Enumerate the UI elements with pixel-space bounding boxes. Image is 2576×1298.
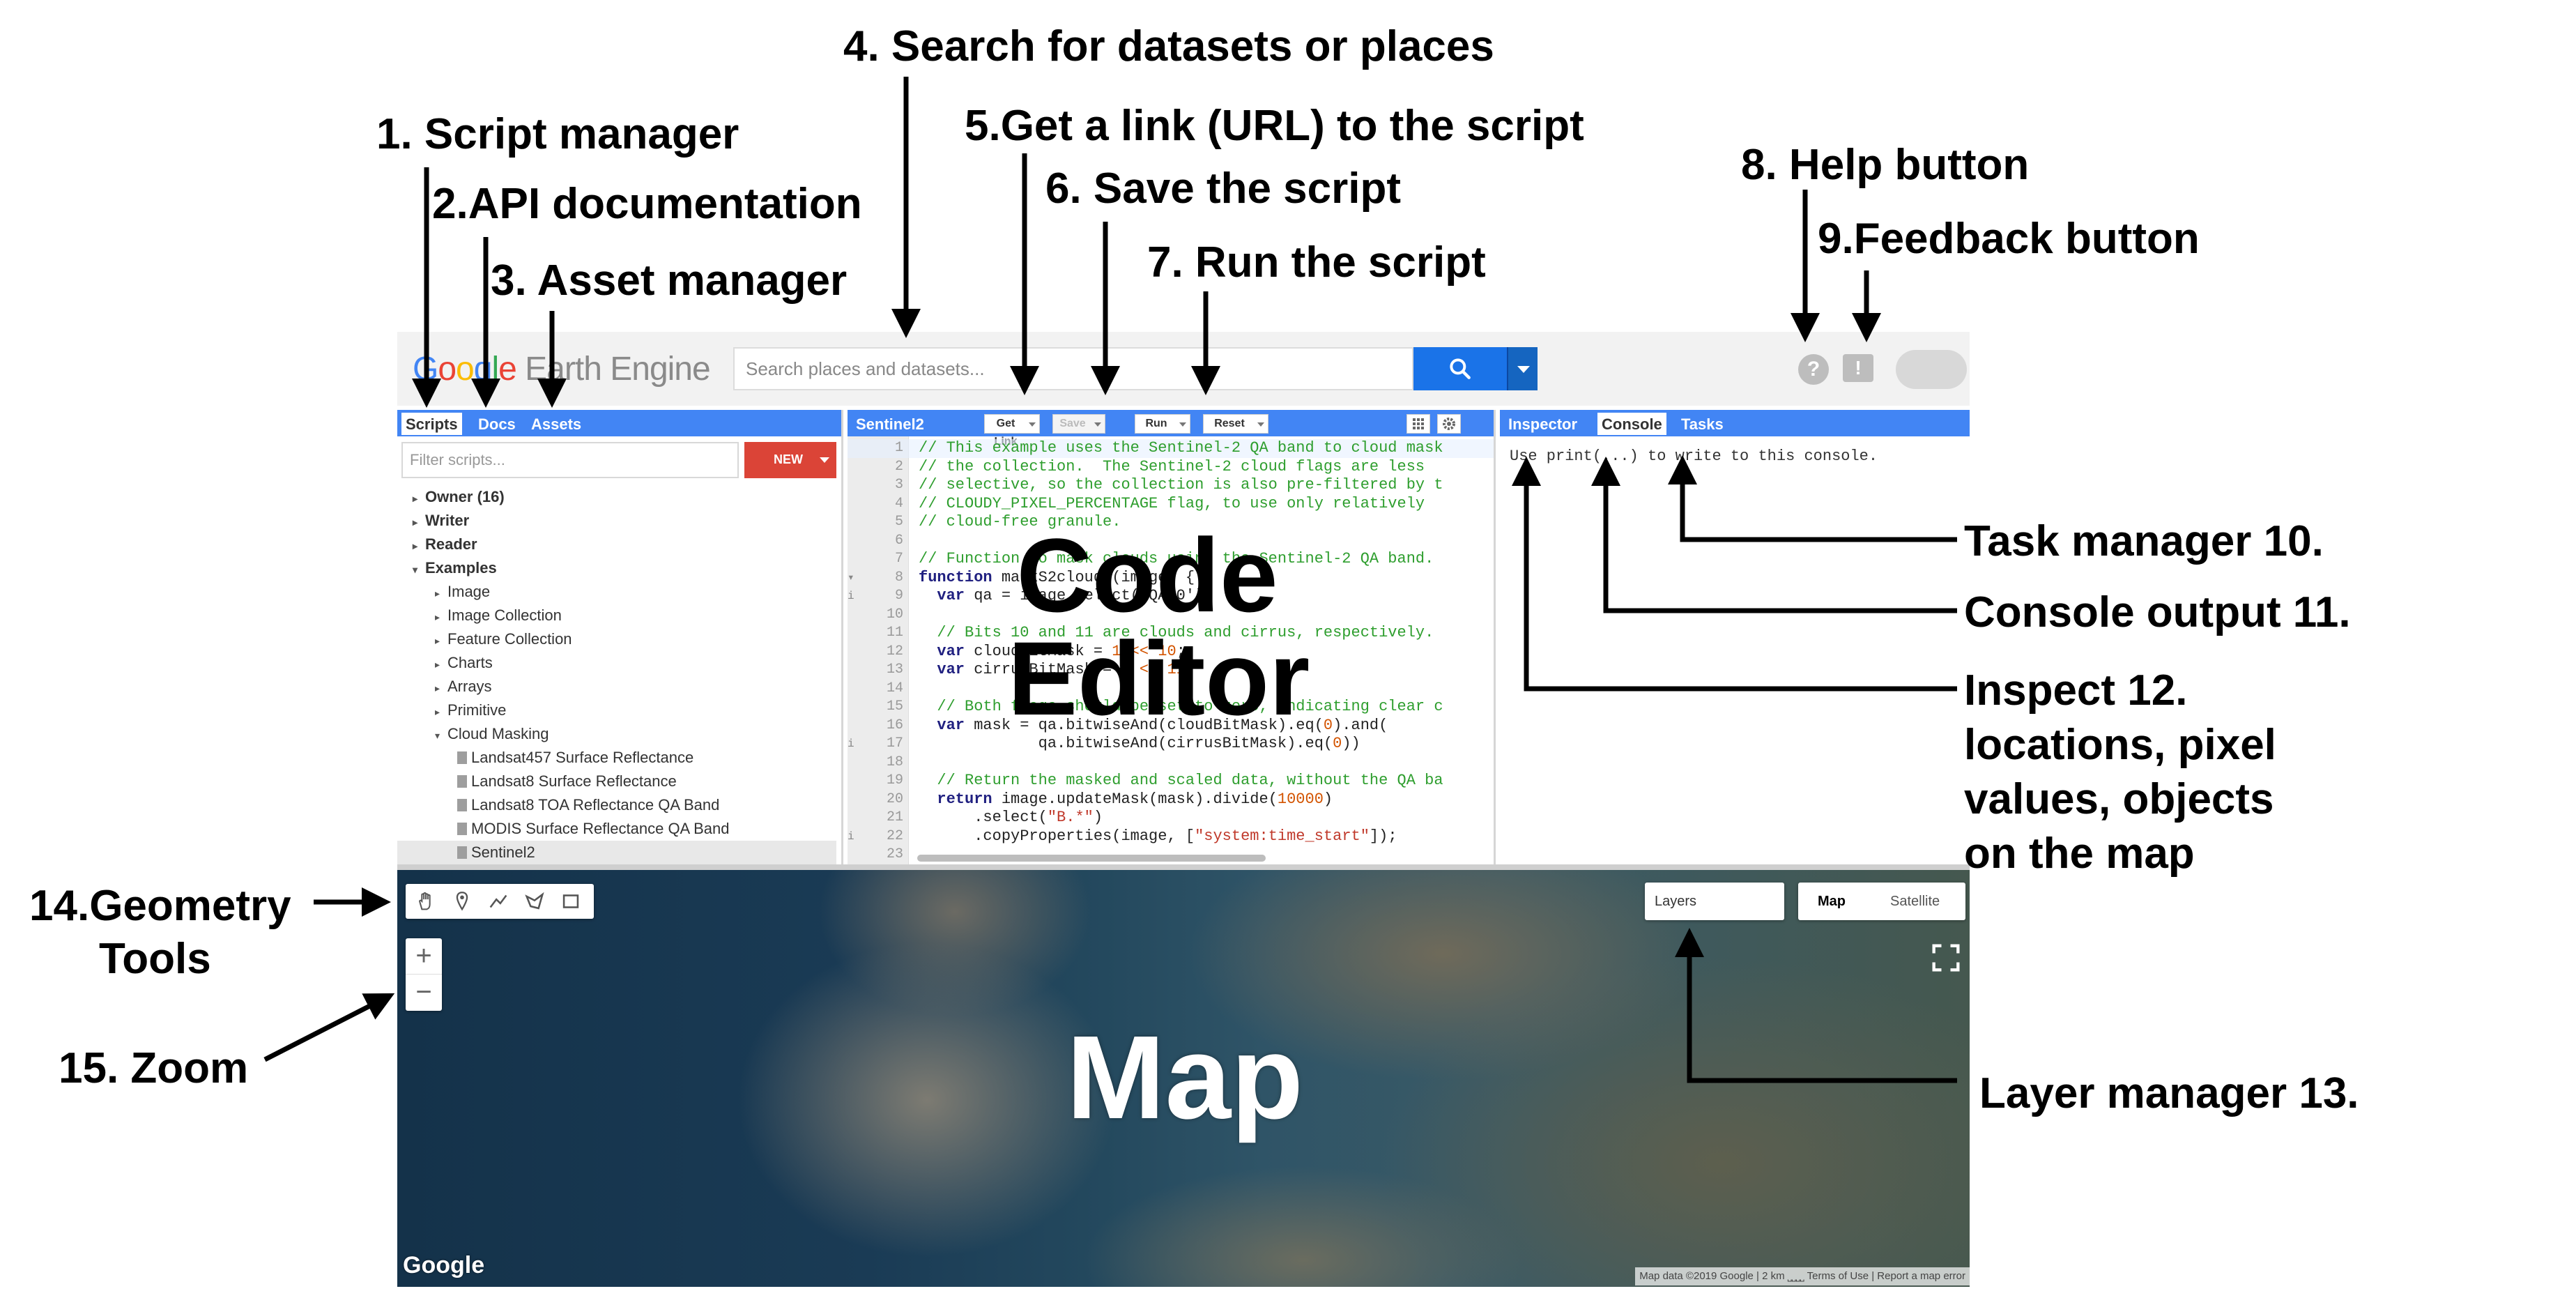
arrow-13	[1675, 928, 1957, 1083]
annotation-help-button: 8. Help button	[1741, 141, 2030, 189]
annotation-run: 7. Run the script	[1147, 238, 1486, 287]
annotation-script-manager: 1. Script manager	[376, 110, 739, 158]
annotation-geometry-tools: 14.Geometry Tools	[29, 882, 291, 983]
annotation-get-link: 5.Get a link (URL) to the script	[965, 102, 1584, 150]
annotation-task-manager: Task manager 10.	[1964, 517, 2324, 565]
arrow-11	[1591, 457, 1957, 613]
arrow-15	[263, 993, 395, 1062]
annotation-zoom: 15. Zoom	[59, 1044, 249, 1092]
annotation-feedback-button: 9.Feedback button	[1818, 215, 2200, 263]
arrow-12	[1512, 457, 1957, 692]
annotation-layer-manager: Layer manager 13.	[1979, 1069, 2359, 1117]
annotation-search: 4. Search for datasets or places	[843, 22, 1494, 70]
annotation-asset-manager: 3. Asset manager	[491, 257, 848, 305]
arrow-10	[1668, 455, 1957, 542]
annotation-save: 6. Save the script	[1045, 165, 1402, 213]
annotation-inspector: Inspect 12. locations, pixel values, obj…	[1964, 666, 2276, 878]
annotation-api-documentation: 2.API documentation	[432, 180, 862, 228]
annotation-console-output: Console output 11.	[1964, 588, 2351, 636]
